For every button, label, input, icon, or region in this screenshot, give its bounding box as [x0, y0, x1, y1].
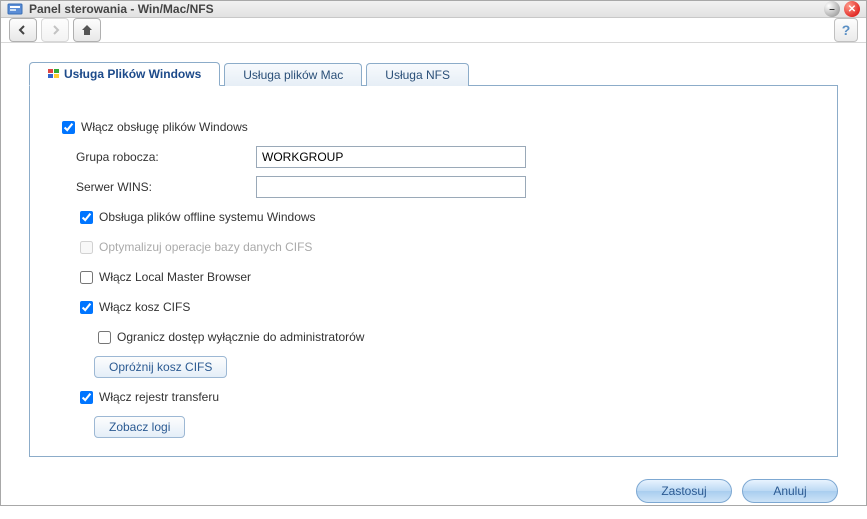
enable-windows-label: Włącz obsługę plików Windows [81, 120, 248, 134]
restrict-admin-label: Ogranicz dostęp wyłącznie do administrat… [117, 330, 364, 344]
local-master-label: Włącz Local Master Browser [99, 270, 251, 284]
tab-bar: Usługa Plików Windows Usługa plików Mac … [29, 61, 838, 85]
local-master-checkbox[interactable] [80, 271, 93, 284]
footer: Zastosuj Anuluj [1, 467, 866, 519]
tab-panel-windows: Włącz obsługę plików Windows Grupa roboc… [29, 85, 838, 457]
row-empty-recycle: Opróżnij kosz CIFS [94, 356, 809, 378]
optimize-cifs-checkbox [80, 241, 93, 254]
tab-mac[interactable]: Usługa plików Mac [224, 63, 362, 86]
empty-recycle-button[interactable]: Opróżnij kosz CIFS [94, 356, 227, 378]
optimize-cifs-label: Optymalizuj operacje bazy danych CIFS [99, 240, 312, 254]
offline-checkbox[interactable] [80, 211, 93, 224]
tab-label: Usługa Plików Windows [64, 67, 201, 81]
restrict-admin-checkbox[interactable] [98, 331, 111, 344]
enable-recycle-checkbox[interactable] [80, 301, 93, 314]
arrow-right-icon [49, 24, 61, 36]
home-icon [81, 24, 93, 36]
titlebar: Panel sterowania - Win/Mac/NFS – ✕ [1, 1, 866, 18]
app-icon [7, 1, 23, 17]
row-enable-recycle: Włącz kosz CIFS [76, 296, 809, 318]
arrow-left-icon [17, 24, 29, 36]
workgroup-input[interactable] [256, 146, 526, 168]
tab-windows[interactable]: Usługa Plików Windows [29, 62, 220, 86]
row-offline: Obsługa plików offline systemu Windows [76, 206, 809, 228]
content-area: Usługa Plików Windows Usługa plików Mac … [1, 43, 866, 467]
minimize-button[interactable]: – [824, 1, 840, 17]
row-enable-transfer-log: Włącz rejestr transferu [76, 386, 809, 408]
workgroup-label: Grupa robocza: [76, 150, 256, 164]
tab-nfs[interactable]: Usługa NFS [366, 63, 469, 86]
tab-label: Usługa NFS [385, 68, 450, 82]
enable-recycle-label: Włącz kosz CIFS [99, 300, 190, 314]
home-button[interactable] [73, 18, 101, 42]
wins-input[interactable] [256, 176, 526, 198]
row-workgroup: Grupa robocza: [76, 146, 809, 168]
help-icon: ? [842, 22, 851, 38]
enable-transfer-log-checkbox[interactable] [80, 391, 93, 404]
forward-button[interactable] [41, 18, 69, 42]
row-local-master: Włącz Local Master Browser [76, 266, 809, 288]
tab-label: Usługa plików Mac [243, 68, 343, 82]
close-button[interactable]: ✕ [844, 1, 860, 17]
row-enable-windows: Włącz obsługę plików Windows [58, 116, 809, 138]
view-logs-button[interactable]: Zobacz logi [94, 416, 185, 438]
help-button[interactable]: ? [834, 18, 858, 42]
back-button[interactable] [9, 18, 37, 42]
apply-button[interactable]: Zastosuj [636, 479, 732, 503]
row-restrict-admin: Ogranicz dostęp wyłącznie do administrat… [94, 326, 809, 348]
offline-label: Obsługa plików offline systemu Windows [99, 210, 316, 224]
row-view-logs: Zobacz logi [94, 416, 809, 438]
row-wins: Serwer WINS: [76, 176, 809, 198]
row-optimize-cifs: Optymalizuj operacje bazy danych CIFS [76, 236, 809, 258]
window-title: Panel sterowania - Win/Mac/NFS [29, 2, 820, 16]
window: Panel sterowania - Win/Mac/NFS – ✕ ? Usł… [0, 0, 867, 506]
cancel-button[interactable]: Anuluj [742, 479, 838, 503]
enable-transfer-log-label: Włącz rejestr transferu [99, 390, 219, 404]
wins-label: Serwer WINS: [76, 180, 256, 194]
windows-tab-icon [48, 68, 60, 80]
toolbar: ? [1, 18, 866, 43]
enable-windows-checkbox[interactable] [62, 121, 75, 134]
